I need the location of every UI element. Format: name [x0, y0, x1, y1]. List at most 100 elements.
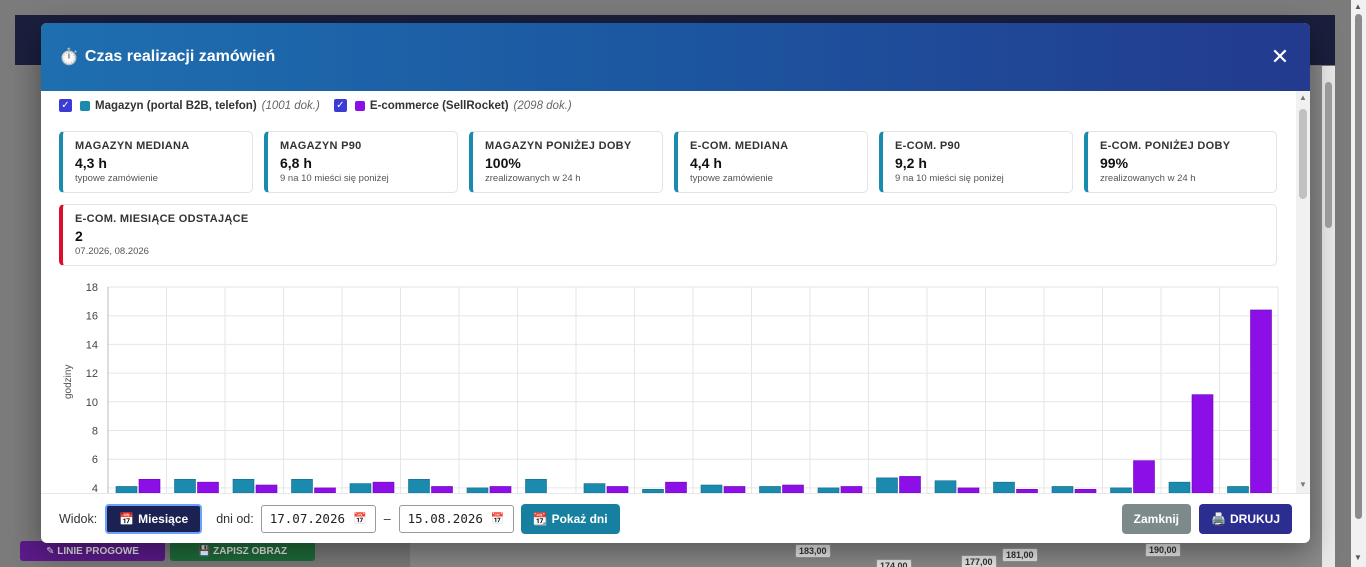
date-from-value: 17.07.2026	[269, 511, 345, 526]
chart-bar-magazyn[interactable]	[232, 478, 255, 493]
stat-card: E-COM. PONIŻEJ DOBY 99% zrealizowanych w…	[1084, 131, 1277, 193]
chart-bar-magazyn[interactable]	[174, 478, 196, 493]
ecom-checkbox[interactable]: ✓	[333, 99, 347, 112]
chart-bar-magazyn[interactable]	[525, 478, 547, 493]
chart-bar-ecom[interactable]	[782, 484, 804, 493]
order-time-modal: ⏱️ Czas realizacji zamówień ✕ ✓ Magazyn …	[41, 23, 1310, 543]
stat-card-value: 9,2 h	[895, 155, 927, 171]
background-thresholds-label: LINIE PROGOWE	[57, 545, 139, 557]
stat-card: E-COM. MEDIANA 4,4 h typowe zamówienie	[674, 131, 868, 193]
chart-bar-ecom[interactable]	[665, 481, 687, 493]
background-thresholds-button: ✎ LINIE PROGOWE	[20, 541, 165, 561]
magazyn-swatch	[80, 100, 90, 111]
chart-bar-magazyn[interactable]	[583, 483, 606, 493]
stat-card-sub: typowe zamówienie	[75, 173, 158, 184]
stat-card-label: E-COM. P90	[895, 140, 961, 152]
outlier-card: E-COM. MIESIĄCE ODSTAJĄCE 2 07.2026, 08.…	[59, 204, 1277, 266]
series-legend: ✓ Magazyn (portal B2B, telefon) (1001 do…	[59, 99, 586, 112]
background-save-image-label: ZAPISZ OBRAZ	[213, 545, 288, 557]
magazyn-checkbox[interactable]: ✓	[59, 99, 72, 112]
chart-bar-ecom[interactable]	[138, 478, 161, 493]
chart-bar-magazyn[interactable]	[1168, 481, 1191, 493]
months-view-button[interactable]: 📅 Miesiące	[105, 503, 203, 534]
date-to-input[interactable]: 15.08.2026 📅	[398, 504, 514, 533]
background-bar-label: 181,00	[1002, 548, 1038, 562]
modal-title: Czas realizacji zamówień	[84, 48, 276, 65]
stat-card-label: MAGAZYN P90	[280, 140, 362, 152]
stat-card-label: E-COM. PONIŻEJ DOBY	[1100, 140, 1231, 152]
pencil-icon: ✎	[46, 545, 58, 557]
magazyn-legend-count: (1001 dok.)	[261, 99, 320, 112]
stat-card-sub: 9 na 10 mieści się poniżej	[280, 173, 389, 184]
stat-card: E-COM. P90 9,2 h 9 na 10 mieści się poni…	[879, 131, 1073, 193]
chart-bar-ecom[interactable]	[899, 476, 921, 493]
print-button[interactable]: 🖨️ DRUKUJ	[1199, 503, 1292, 534]
calendar-picker-icon[interactable]: 📅	[491, 512, 505, 525]
view-label: Widok:	[59, 511, 98, 526]
months-view-label: Miesiące	[138, 511, 189, 526]
close-button-label: Zamknij	[1133, 511, 1180, 526]
chart-bar-ecom[interactable]	[197, 481, 219, 493]
chart-bar-magazyn[interactable]	[291, 478, 313, 493]
legend-item-magazyn[interactable]: ✓ Magazyn (portal B2B, telefon) (1001 do…	[59, 99, 320, 112]
chart-y-tick-label: 14	[86, 339, 98, 351]
stat-card-label: MAGAZYN PONIŻEJ DOBY	[485, 140, 632, 152]
stat-card-sub: 9 na 10 mieści się poniżej	[895, 173, 1004, 184]
chart-y-tick-label: 4	[92, 483, 98, 493]
chart-bar-ecom[interactable]	[1191, 394, 1214, 493]
stat-card-label: MAGAZYN MEDIANA	[75, 140, 190, 152]
date-from-input[interactable]: 17.07.2026 📅	[260, 504, 376, 533]
stat-card: MAGAZYN MEDIANA 4,3 h typowe zamówienie	[59, 131, 253, 193]
stat-card-value: 4,4 h	[690, 155, 722, 171]
chart-svg: 4 6 8 10 12 14 16 18	[86, 282, 1279, 493]
chart-y-tick-label: 10	[86, 397, 98, 409]
chart-y-tick-label: 16	[86, 311, 98, 323]
calendar-icon: 📆	[532, 511, 548, 526]
page-scrollbar[interactable]: ▲ ▼	[1351, 0, 1366, 567]
ecom-swatch	[354, 100, 365, 111]
chart-bar-magazyn[interactable]	[349, 483, 372, 493]
chart-y-tick-label: 8	[92, 426, 98, 438]
chart-bar-magazyn[interactable]	[876, 477, 898, 493]
stopwatch-icon: ⏱️	[59, 49, 79, 66]
modal-body-scrollbar-thumb[interactable]	[1299, 109, 1307, 199]
page-scrollbar-thumb[interactable]	[1355, 14, 1362, 519]
background-bar-label: 177,00	[961, 555, 997, 567]
stat-card-value: 4,3 h	[75, 155, 107, 171]
stat-card-value: 100%	[485, 155, 521, 171]
chart-y-tick-label: 12	[86, 368, 98, 380]
modal-footer: Widok: 📅 Miesiące dni od: 17.07.2026 📅 –…	[41, 493, 1310, 543]
modal-header: ⏱️ Czas realizacji zamówień ✕	[41, 23, 1310, 91]
chart-bar-ecom[interactable]	[255, 484, 278, 493]
modal-body-scrollbar[interactable]: ▲ ▼	[1296, 91, 1310, 493]
close-icon[interactable]: ✕	[1268, 44, 1292, 70]
calendar-icon: 📅	[119, 511, 135, 526]
chart-bar-ecom[interactable]	[1250, 309, 1272, 493]
background-scrollbar	[1322, 66, 1335, 567]
order-time-chart: godziny 4 6 8 10 12 14 16 18	[59, 279, 1279, 493]
stat-card: MAGAZYN P90 6,8 h 9 na 10 mieści się pon…	[264, 131, 458, 193]
stat-card-label: E-COM. MIESIĄCE ODSTAJĄCE	[75, 213, 249, 225]
chart-bar-magazyn[interactable]	[934, 480, 957, 493]
chart-bar-ecom[interactable]	[372, 481, 395, 493]
ecom-legend-count: (2098 dok.)	[513, 99, 572, 112]
date-range-dash: –	[383, 511, 391, 526]
show-days-button[interactable]: 📆 Pokaż dni	[520, 503, 620, 534]
chart-bar-ecom[interactable]	[1133, 460, 1155, 493]
legend-item-ecom[interactable]: ✓ E-commerce (SellRocket) (2098 dok.)	[333, 99, 572, 112]
chart-bar-magazyn[interactable]	[408, 478, 430, 493]
stat-card-sub: zrealizowanych w 24 h	[485, 173, 581, 184]
save-icon: 💾	[197, 545, 214, 557]
background-bar-label: 174,00	[876, 559, 912, 567]
magazyn-legend-name: Magazyn (portal B2B, telefon)	[95, 99, 257, 112]
chart-bar-magazyn[interactable]	[700, 484, 723, 493]
background-save-image-button: 💾 ZAPISZ OBRAZ	[170, 541, 315, 561]
chart-bar-magazyn[interactable]	[993, 481, 1015, 493]
close-button[interactable]: Zamknij	[1121, 503, 1192, 534]
modal-body: ✓ Magazyn (portal B2B, telefon) (1001 do…	[41, 91, 1310, 493]
stat-card-sub: 07.2026, 08.2026	[75, 246, 149, 257]
calendar-picker-icon[interactable]: 📅	[353, 512, 367, 525]
stat-card: MAGAZYN PONIŻEJ DOBY 100% zrealizowanych…	[469, 131, 663, 193]
printer-icon: 🖨️	[1211, 511, 1226, 526]
background-bar-label: 183,00	[795, 544, 831, 558]
